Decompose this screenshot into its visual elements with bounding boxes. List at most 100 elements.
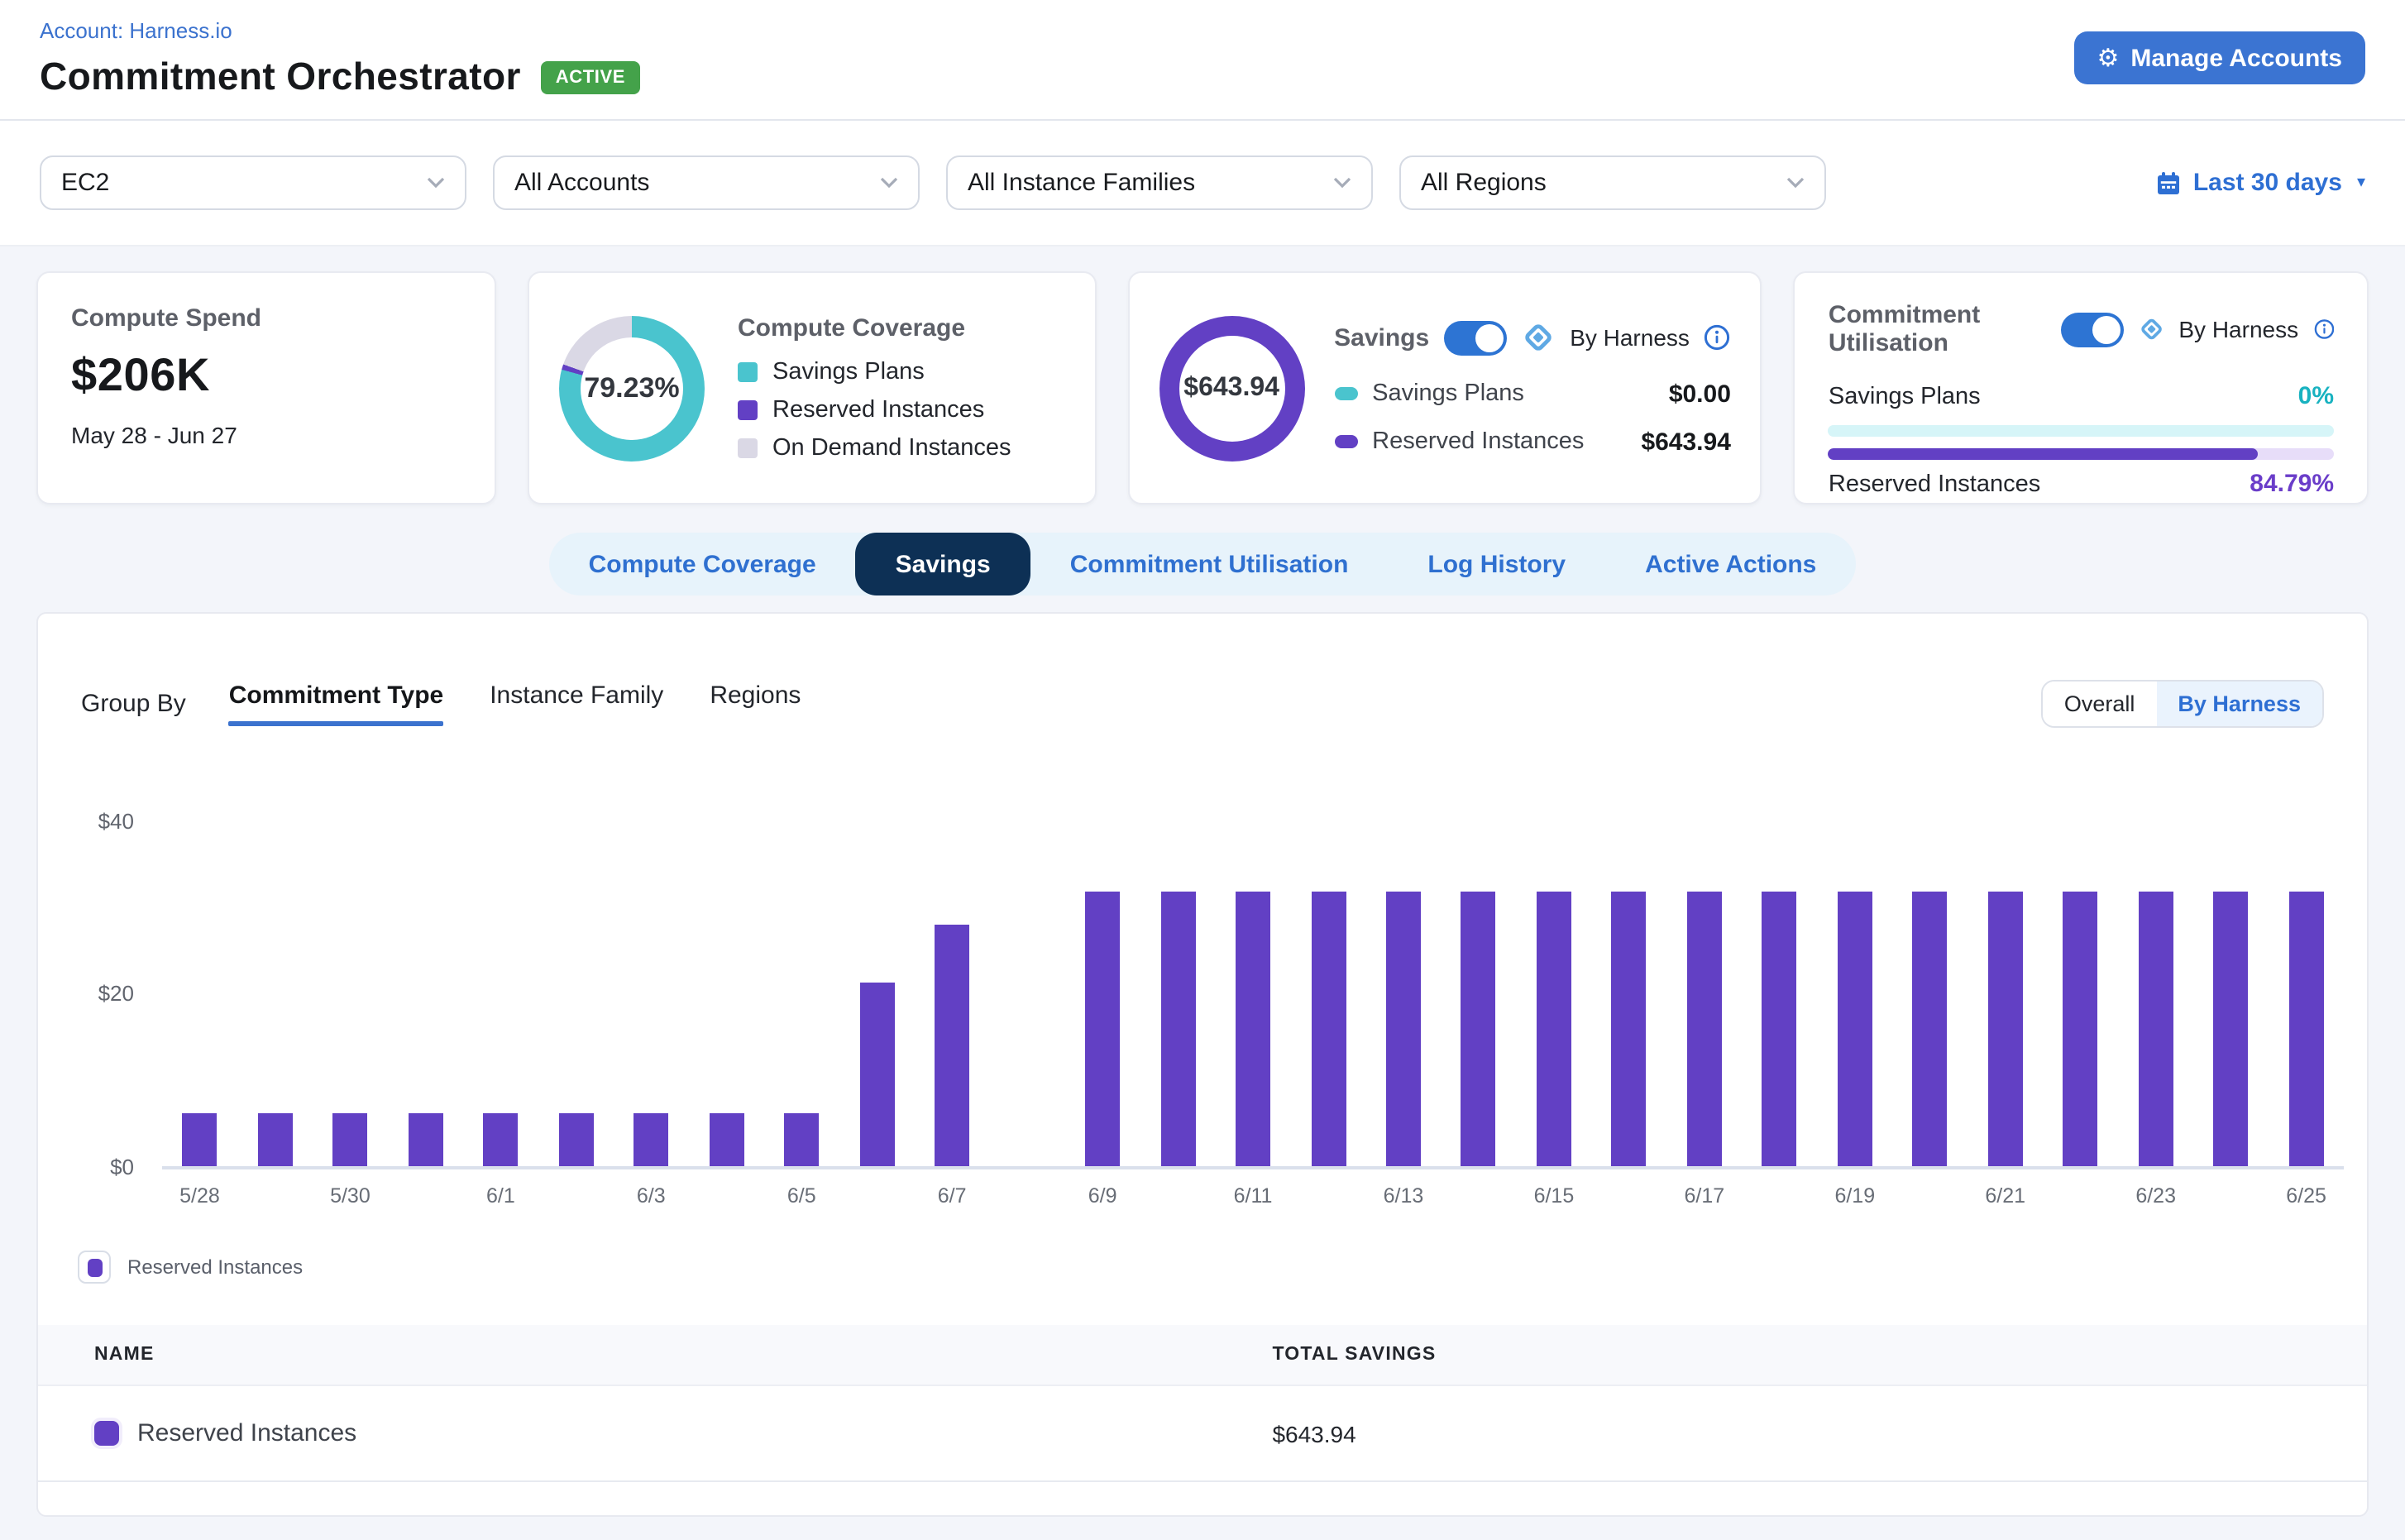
tab-compute-coverage[interactable]: Compute Coverage xyxy=(549,533,856,595)
bar-slot xyxy=(388,1112,463,1166)
bar-slot xyxy=(1216,892,1291,1166)
savings-panel: Group By Commitment Type Instance Family… xyxy=(36,612,2369,1517)
info-icon[interactable] xyxy=(2313,316,2334,342)
bar-slot xyxy=(2118,892,2193,1166)
bar-6/25[interactable] xyxy=(2289,892,2324,1166)
bar-6/6[interactable] xyxy=(859,983,894,1166)
x-axis-tick: 6/3 xyxy=(614,1184,689,1208)
chevron-down-icon xyxy=(880,177,898,189)
bar-slot xyxy=(1742,892,1817,1166)
x-axis-tick: 6/19 xyxy=(1817,1184,1892,1208)
bar-slot xyxy=(463,1112,538,1166)
bar-6/3[interactable] xyxy=(634,1112,668,1166)
bar-6/13[interactable] xyxy=(1386,892,1421,1166)
bar-5/30[interactable] xyxy=(332,1112,367,1166)
bar-6/23[interactable] xyxy=(2139,892,2173,1166)
tab-active-actions[interactable]: Active Actions xyxy=(1605,533,1856,595)
bar-6/20[interactable] xyxy=(1913,892,1948,1166)
bar-6/21[interactable] xyxy=(1988,892,2023,1166)
regions-filter-select[interactable]: All Regions xyxy=(1399,155,1826,210)
tab-commitment-utilisation[interactable]: Commitment Utilisation xyxy=(1030,533,1389,595)
bar-6/15[interactable] xyxy=(1537,892,1571,1166)
row-name: Reserved Instances xyxy=(137,1419,356,1447)
x-axis-tick xyxy=(388,1184,463,1208)
bar-6/18[interactable] xyxy=(1762,892,1797,1166)
x-axis-tick: 5/30 xyxy=(313,1184,388,1208)
bar-6/5[interactable] xyxy=(784,1112,819,1166)
tab-savings[interactable]: Savings xyxy=(856,533,1030,595)
instance-families-filter-value: All Instance Families xyxy=(968,169,1195,197)
utilisation-row-percent: 84.79% xyxy=(2250,470,2334,498)
bar-6/17[interactable] xyxy=(1687,892,1722,1166)
instance-families-filter-select[interactable]: All Instance Families xyxy=(946,155,1373,210)
bar-6/22[interactable] xyxy=(2063,892,2098,1166)
bar-6/11[interactable] xyxy=(1236,892,1270,1166)
bar-6/16[interactable] xyxy=(1612,892,1647,1166)
legend-item: On Demand Instances xyxy=(738,435,1011,462)
service-filter-select[interactable]: EC2 xyxy=(40,155,466,210)
bar-6/9[interactable] xyxy=(1085,892,1120,1166)
savings-row-value: $643.94 xyxy=(1641,428,1730,456)
bar-6/10[interactable] xyxy=(1160,892,1195,1166)
x-axis-tick: 6/7 xyxy=(915,1184,990,1208)
regions-filter-value: All Regions xyxy=(1421,169,1547,197)
account-link[interactable]: Account: Harness.io xyxy=(40,0,2365,43)
accounts-filter-select[interactable]: All Accounts xyxy=(493,155,920,210)
reserved-instances-swatch xyxy=(94,1421,119,1446)
savings-row-label: Savings Plans xyxy=(1372,380,1524,407)
savings-breakdown: Savings Plans $0.00 Reserved Instances $… xyxy=(1334,380,1731,456)
savings-plans-utilisation-bar xyxy=(1829,425,2334,437)
bar-5/29[interactable] xyxy=(257,1112,292,1166)
group-by-regions[interactable]: Regions xyxy=(710,682,801,726)
view-by-harness-option[interactable]: By Harness xyxy=(2156,682,2322,726)
x-axis-tick xyxy=(990,1184,1065,1208)
savings-plans-swatch xyxy=(738,362,758,382)
by-harness-label: By Harness xyxy=(2178,316,2298,342)
bar-6/12[interactable] xyxy=(1311,892,1346,1166)
page-title: Commitment Orchestrator xyxy=(40,55,521,99)
view-overall-option[interactable]: Overall xyxy=(2043,682,2157,726)
by-harness-toggle[interactable] xyxy=(1444,320,1507,355)
bar-6/1[interactable] xyxy=(483,1112,518,1166)
bar-slot xyxy=(839,983,915,1166)
x-axis-tick: 6/5 xyxy=(764,1184,839,1208)
bar-6/2[interactable] xyxy=(558,1112,593,1166)
bar-6/4[interactable] xyxy=(709,1112,743,1166)
x-axis-tick xyxy=(1441,1184,1516,1208)
chart-legend: Reserved Instances xyxy=(78,1251,2367,1284)
bar-6/7[interactable] xyxy=(935,925,969,1166)
bar-6/19[interactable] xyxy=(1838,892,1872,1166)
filter-bar: EC2 All Accounts All Instance Families A… xyxy=(0,121,2405,246)
on-demand-swatch xyxy=(738,438,758,458)
bar-6/24[interactable] xyxy=(2214,892,2249,1166)
date-range-value: Last 30 days xyxy=(2193,169,2342,197)
legend-checkbox[interactable] xyxy=(78,1251,111,1284)
by-harness-toggle[interactable] xyxy=(2060,312,2123,347)
date-range-picker[interactable]: Last 30 days ▾ xyxy=(2155,169,2365,197)
coverage-legend: Savings Plans Reserved Instances On Dema… xyxy=(738,359,1011,462)
coverage-donut: 79.23% xyxy=(559,315,705,461)
group-by-instance-family[interactable]: Instance Family xyxy=(490,682,663,726)
utilisation-row-label: Savings Plans xyxy=(1829,383,1981,409)
table-row[interactable]: Reserved Instances $643.94 xyxy=(38,1386,2367,1482)
savings-donut: $643.94 xyxy=(1159,315,1304,461)
legend-label: Reserved Instances xyxy=(772,397,984,423)
group-by-bar: Group By Commitment Type Instance Family… xyxy=(38,614,2367,728)
table-header: NAME TOTAL SAVINGS xyxy=(38,1325,2367,1386)
x-axis-tick xyxy=(1140,1184,1216,1208)
info-icon[interactable] xyxy=(1705,324,1731,351)
group-by-commitment-type[interactable]: Commitment Type xyxy=(229,682,443,726)
bar-5/31[interactable] xyxy=(408,1112,442,1166)
column-header-total-savings: TOTAL SAVINGS xyxy=(1272,1345,2367,1365)
tab-log-history[interactable]: Log History xyxy=(1388,533,1605,595)
bar-slot xyxy=(1516,892,1591,1166)
x-axis-tick: 6/9 xyxy=(1065,1184,1140,1208)
bar-slot xyxy=(1291,892,1366,1166)
bar-slot xyxy=(1441,892,1516,1166)
bar-6/14[interactable] xyxy=(1461,892,1496,1166)
manage-accounts-button[interactable]: ⚙ Manage Accounts xyxy=(2073,31,2365,84)
x-axis-tick: 6/13 xyxy=(1366,1184,1442,1208)
savings-row-label: Reserved Instances xyxy=(1372,428,1584,455)
bar-slot xyxy=(1892,892,1968,1166)
bar-5/28[interactable] xyxy=(182,1112,217,1166)
